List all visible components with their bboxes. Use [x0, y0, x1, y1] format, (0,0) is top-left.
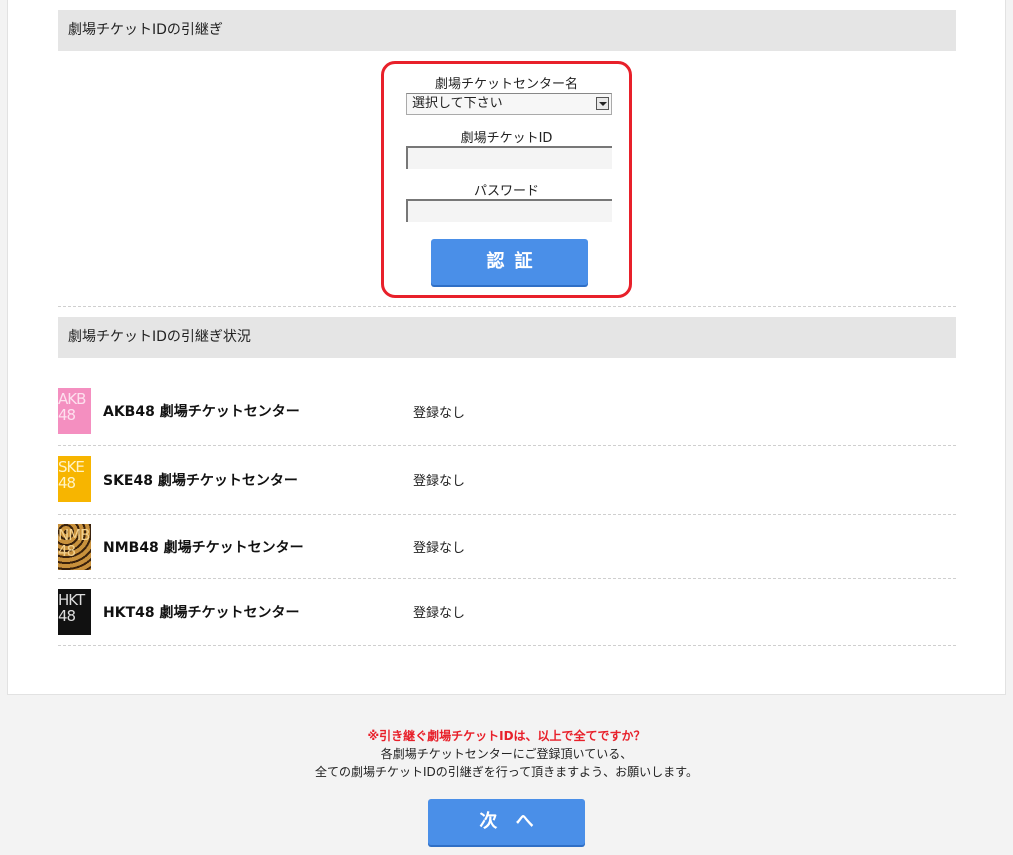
- registration-status: 登録なし: [413, 606, 466, 621]
- notice-warning: ※引き継ぐ劇場チケットIDは、以上で全てですか？: [367, 729, 646, 743]
- auth-form: 劇場チケットセンター名 選択して下さい 劇場チケットID パスワード 認証: [381, 61, 632, 298]
- next-button[interactable]: 次 へ: [428, 799, 585, 845]
- nmb48-logo: NMB 48: [58, 524, 91, 570]
- notice-line-1: 各劇場チケットセンターにご登録頂いている、: [380, 747, 633, 761]
- dropdown-arrow-icon[interactable]: [596, 97, 609, 110]
- row-divider: [58, 514, 956, 515]
- theater-name: HKT48 劇場チケットセンター: [103, 605, 300, 621]
- registration-status: 登録なし: [413, 541, 466, 556]
- password-input[interactable]: [406, 199, 612, 222]
- section-title-status: 劇場チケットIDの引継ぎ状況: [58, 317, 956, 358]
- theater-name: NMB48 劇場チケットセンター: [103, 540, 304, 556]
- center-select[interactable]: 選択して下さい: [406, 93, 612, 115]
- password-label: パスワード: [473, 184, 539, 199]
- auth-button[interactable]: 認証: [431, 239, 588, 285]
- ticket-id-input[interactable]: [406, 146, 612, 169]
- ticket-id-label: 劇場チケットID: [460, 131, 553, 146]
- center-select-value: 選択して下さい: [412, 96, 503, 111]
- row-divider: [58, 645, 956, 646]
- registration-status: 登録なし: [413, 406, 466, 421]
- row-divider: [58, 578, 956, 579]
- center-name-label: 劇場チケットセンター名: [434, 77, 578, 92]
- akb48-logo: AKB 48: [58, 388, 91, 434]
- registration-status: 登録なし: [413, 474, 466, 489]
- hkt48-logo-text: HKT 48: [58, 589, 91, 635]
- theater-name: AKB48 劇場チケットセンター: [103, 404, 300, 420]
- hkt48-logo: HKT 48: [58, 589, 91, 635]
- section-title-transfer: 劇場チケットIDの引継ぎ: [58, 10, 956, 51]
- notice-line-2: 全ての劇場チケットIDの引継ぎを行って頂きますよう、お願いします。: [315, 765, 698, 779]
- divider: [58, 306, 956, 307]
- ske48-logo-text: SKE 48: [58, 456, 91, 502]
- nmb48-logo-text: NMB 48: [58, 524, 91, 570]
- row-divider: [58, 445, 956, 446]
- theater-name: SKE48 劇場チケットセンター: [103, 473, 298, 489]
- akb48-logo-text: AKB 48: [58, 388, 91, 434]
- ske48-logo: SKE 48: [58, 456, 91, 502]
